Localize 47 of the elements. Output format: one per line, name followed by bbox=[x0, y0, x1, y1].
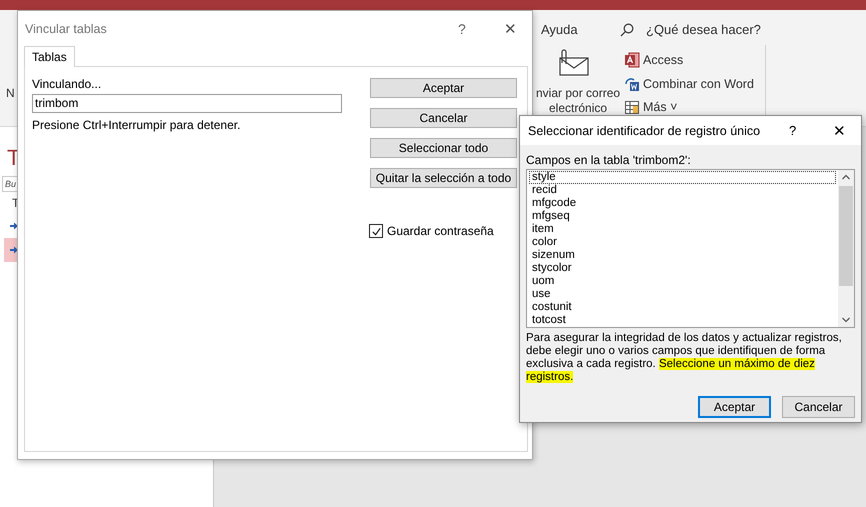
more-button[interactable]: Más ˅ bbox=[643, 100, 678, 114]
tell-me-field[interactable]: ¿Qué desea hacer? bbox=[646, 22, 761, 37]
dialog-button[interactable]: Aceptar bbox=[370, 78, 517, 98]
status-label: Vinculando... bbox=[32, 77, 102, 92]
list-item[interactable]: style bbox=[529, 171, 836, 184]
help-button[interactable]: ? bbox=[789, 123, 833, 138]
list-label: Campos en la tabla 'trimbom2': bbox=[526, 153, 692, 168]
close-button[interactable]: ✕ bbox=[504, 20, 532, 38]
hint-text: Presione Ctrl+Interrumpir para detener. bbox=[32, 118, 240, 133]
list-item[interactable]: mfgcode bbox=[529, 197, 836, 210]
list-item[interactable]: recid bbox=[529, 184, 836, 197]
email-button[interactable]: nviar por correo electrónico bbox=[536, 86, 620, 116]
dialog-title: Seleccionar identificador de registro único bbox=[528, 124, 762, 138]
list-item[interactable]: uom bbox=[529, 275, 836, 288]
dialog-button[interactable]: Seleccionar todo bbox=[370, 138, 517, 158]
list-item[interactable]: item bbox=[529, 223, 836, 236]
help-button[interactable]: ? bbox=[458, 20, 504, 36]
scrollbar[interactable] bbox=[838, 170, 854, 327]
access-button[interactable]: Access bbox=[643, 53, 684, 67]
dialog-button[interactable]: Cancelar bbox=[782, 396, 855, 418]
search-icon[interactable] bbox=[620, 23, 634, 37]
ribbon-tab[interactable]: Ayuda bbox=[541, 22, 578, 37]
list-item[interactable]: totcost bbox=[529, 314, 836, 327]
dialog-button[interactable]: Quitar la selección a todo bbox=[370, 168, 517, 188]
list-item[interactable]: color bbox=[529, 236, 836, 249]
list-item[interactable]: stycolor bbox=[529, 262, 836, 275]
list-item[interactable]: use bbox=[529, 288, 836, 301]
dialog-title: Vincular tablas bbox=[25, 22, 108, 36]
list-item[interactable]: sizenum bbox=[529, 249, 836, 262]
table-icon[interactable] bbox=[624, 99, 640, 115]
ribbon-label: N bbox=[6, 86, 15, 100]
linked-table-icon bbox=[10, 246, 18, 254]
dialog-button[interactable]: Cancelar bbox=[370, 108, 517, 128]
word-merge-button[interactable]: Combinar con Word bbox=[643, 77, 754, 91]
tab[interactable]: Tablas bbox=[24, 46, 75, 67]
checkbox-label: Guardar contraseña bbox=[387, 224, 494, 238]
dialog-button[interactable]: Aceptar bbox=[698, 396, 771, 418]
close-button[interactable]: ✕ bbox=[833, 122, 861, 140]
checkbox[interactable] bbox=[369, 224, 383, 238]
list-item[interactable]: mfgseq bbox=[529, 210, 836, 223]
field-list[interactable]: style recid mfgcode mfgseq item color sizenum stycolor uom use costunit totcost bbox=[526, 169, 855, 328]
list-item[interactable]: costunit bbox=[529, 301, 836, 314]
instruction-text: Para asegurar la integridad de los datos y actualizar registros, debe elegir uno o varios campos que identifiquen de forma exclusiva a cada registro. Seleccione un máximo de diez registros. bbox=[526, 332, 843, 384]
linked-table-icon bbox=[10, 222, 18, 230]
access-icon[interactable] bbox=[624, 52, 640, 68]
word-merge-icon[interactable] bbox=[624, 76, 640, 92]
table-name-field[interactable]: trimbom bbox=[32, 94, 342, 113]
